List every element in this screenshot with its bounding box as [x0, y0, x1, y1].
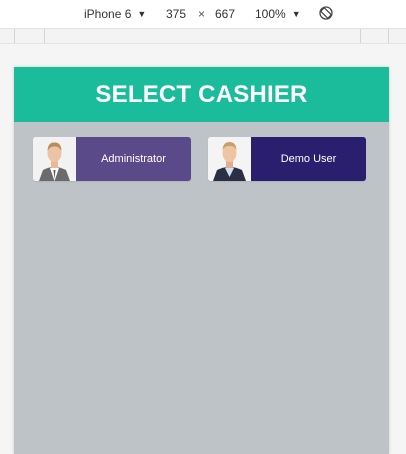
media-query-ruler[interactable]: [0, 28, 406, 44]
cashier-card-demo-user[interactable]: Demo User: [208, 137, 366, 181]
zoom-select[interactable]: 100% ▼: [255, 6, 301, 22]
avatar: [208, 137, 251, 181]
ruler-tick: [44, 29, 45, 43]
caret-down-icon: ▼: [291, 9, 301, 19]
page-title: SELECT CASHIER: [95, 80, 308, 108]
device-label: iPhone 6: [84, 7, 132, 21]
app-header: SELECT CASHIER: [14, 67, 389, 122]
cashier-card-administrator[interactable]: Administrator: [33, 137, 191, 181]
avatar: [33, 137, 76, 181]
zoom-label: 100%: [255, 7, 286, 21]
app-screen: SELECT CASHIER Administrator Demo User: [14, 67, 389, 454]
cashier-name: Demo User: [251, 137, 366, 181]
ruler-tick: [388, 29, 389, 43]
caret-down-icon: ▼: [137, 9, 147, 19]
ruler-tick: [360, 29, 361, 43]
cashier-name: Administrator: [76, 137, 191, 181]
width-field[interactable]: 375: [166, 6, 186, 22]
ruler-tick: [14, 29, 15, 43]
dimension-separator: ×: [198, 7, 206, 21]
rotate-icon[interactable]: [318, 5, 334, 21]
height-field[interactable]: 667: [215, 6, 235, 22]
device-select[interactable]: iPhone 6 ▼: [84, 6, 146, 22]
device-toolbar: iPhone 6 ▼ 375 × 667 100% ▼: [0, 0, 406, 28]
